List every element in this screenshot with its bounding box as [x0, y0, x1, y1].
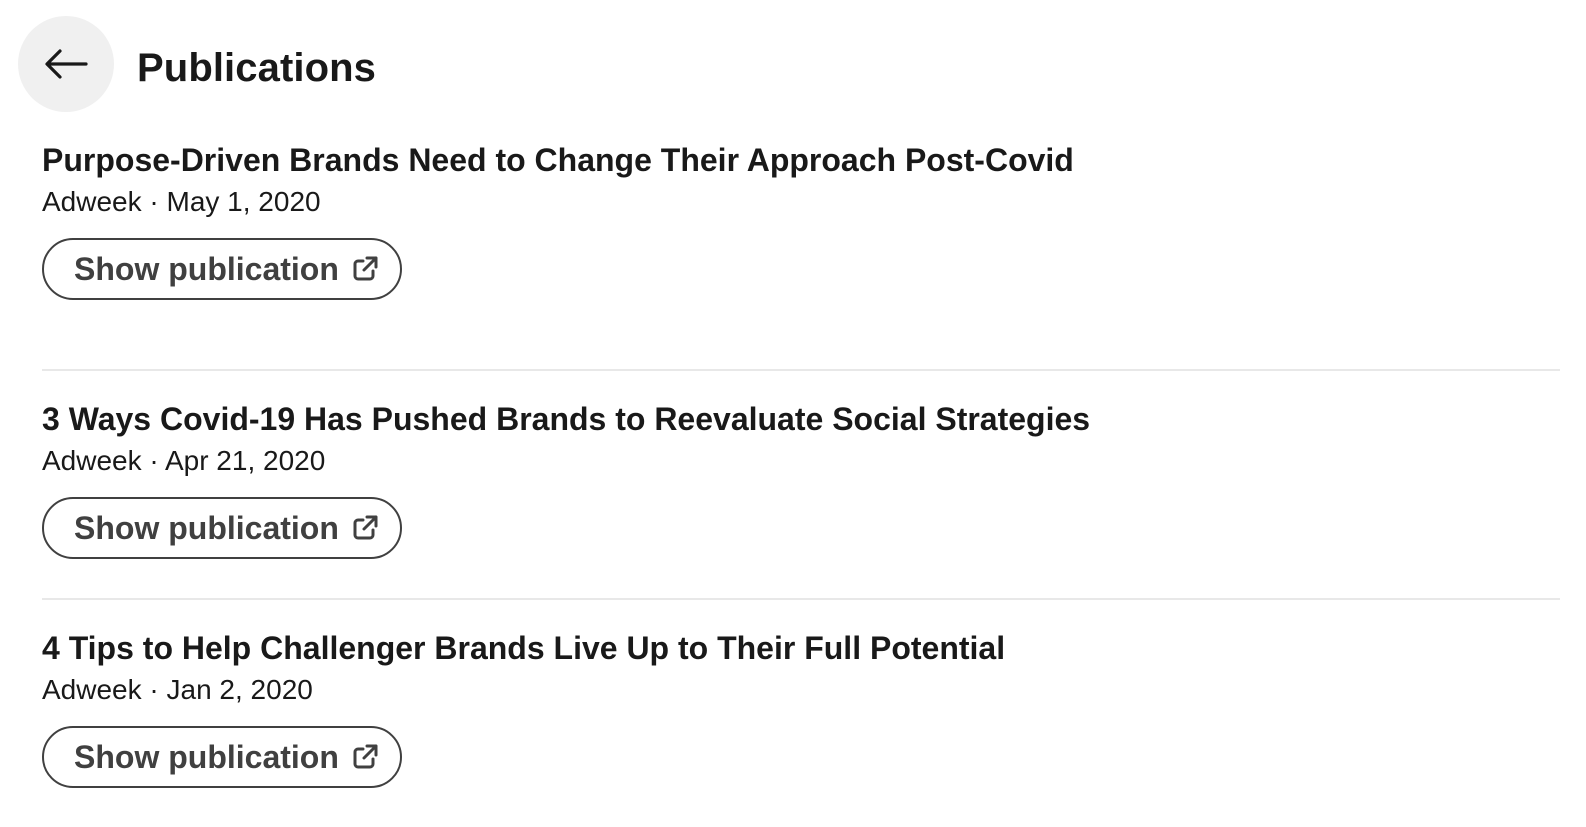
- publication-title: 4 Tips to Help Challenger Brands Live Up…: [42, 630, 1006, 666]
- back-button[interactable]: [18, 16, 114, 112]
- publication-title: 3 Ways Covid-19 Has Pushed Brands to Ree…: [42, 401, 1091, 437]
- external-link-icon: [353, 744, 378, 769]
- show-publication-label: Show publication: [74, 738, 339, 775]
- page-title: Publications: [137, 45, 377, 90]
- show-publication-button[interactable]: Show publication: [42, 726, 402, 788]
- publication-meta: Adweek · May 1, 2020: [42, 186, 321, 217]
- publication-meta: Adweek · Apr 21, 2020: [42, 445, 326, 476]
- external-link-icon: [353, 256, 378, 281]
- external-link-icon: [353, 515, 378, 540]
- arrow-left-icon: [45, 49, 88, 79]
- list-item: 4 Tips to Help Challenger Brands Live Up…: [42, 598, 1560, 827]
- publication-meta: Adweek · Jan 2, 2020: [42, 674, 313, 705]
- page-header: Publications: [18, 16, 376, 112]
- show-publication-button[interactable]: Show publication: [42, 238, 402, 300]
- show-publication-label: Show publication: [74, 250, 339, 287]
- publication-title: Purpose-Driven Brands Need to Change The…: [42, 142, 1074, 178]
- publications-list: Purpose-Driven Brands Need to Change The…: [42, 140, 1560, 827]
- list-item: 3 Ways Covid-19 Has Pushed Brands to Ree…: [42, 369, 1560, 598]
- show-publication-button[interactable]: Show publication: [42, 497, 402, 559]
- list-item: Purpose-Driven Brands Need to Change The…: [42, 140, 1560, 369]
- show-publication-label: Show publication: [74, 509, 339, 546]
